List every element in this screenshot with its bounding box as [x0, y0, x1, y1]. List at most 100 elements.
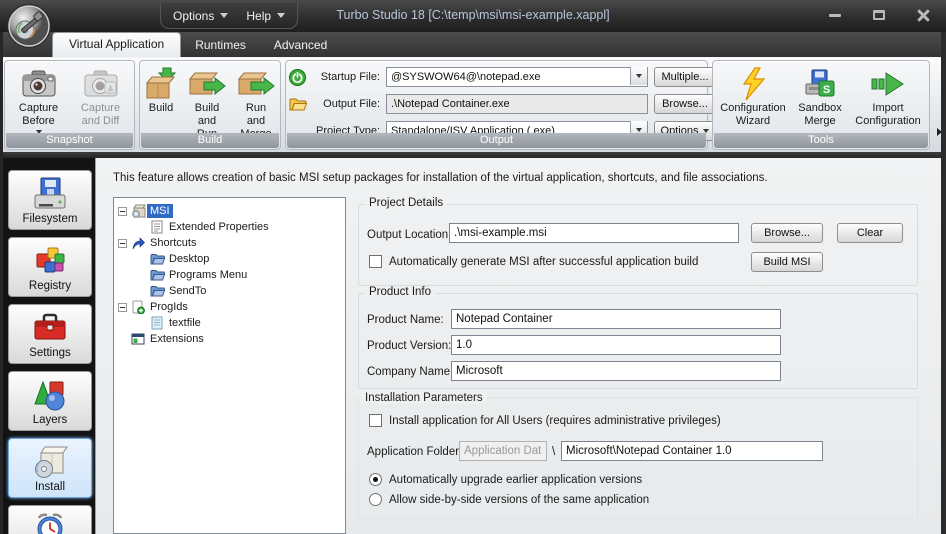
configuration-wizard-label-line2: Wizard [735, 115, 771, 127]
build-label-line1: Build [148, 102, 174, 114]
browse-button[interactable]: Browse... [751, 223, 823, 243]
import-configuration-label-line2: Configuration [855, 115, 921, 127]
tree-item-desktop[interactable]: Desktop [114, 251, 345, 267]
configuration-wizard-button[interactable]: Configuration Wizard [716, 63, 790, 128]
import-configuration-label-line1: Import [872, 102, 904, 114]
minimize-button[interactable] [824, 6, 846, 24]
output-file-field[interactable] [386, 94, 648, 114]
chevron-down-icon [220, 13, 229, 18]
output-location-field[interactable] [449, 223, 739, 243]
tree-item-textfile[interactable]: textfile [114, 315, 345, 331]
sidebar-item-label: Settings [29, 347, 71, 359]
camera-icon [21, 66, 57, 102]
auto-generate-label: Automatically generate MSI after success… [389, 256, 699, 268]
tree-item-label: textfile [169, 317, 201, 329]
product-version-field[interactable] [451, 335, 781, 355]
startup-file-combobox[interactable] [386, 67, 648, 87]
side-by-side-radio[interactable] [369, 493, 382, 506]
build-and-run-label-line1: Build [194, 102, 220, 114]
run-and-merge-button[interactable]: Run and Merge [232, 63, 280, 141]
folder-icon [150, 253, 165, 266]
tree-item-extensions[interactable]: Extensions [114, 331, 345, 347]
ribbon: Capture Before Capture and Diff Snapshot… [0, 57, 946, 152]
window-title: Turbo Studio 18 [C:\temp\msi\msi-example… [336, 8, 610, 22]
product-version-label: Product Version: [367, 340, 452, 352]
sandbox-merge-label-line1: Sandbox [798, 102, 842, 114]
configuration-wizard-label-line1: Configuration [720, 102, 786, 114]
build-button[interactable]: Build [140, 63, 182, 141]
chevron-down-icon [636, 74, 642, 78]
sandbox-merge-icon: S [804, 66, 836, 102]
tree-item-label: Extensions [150, 333, 204, 345]
collapse-icon[interactable] [118, 206, 127, 216]
sidebar: Filesystem Registry Settings Layers Inst… [0, 158, 95, 534]
output-group-label: Output [287, 133, 706, 148]
build-run-box-icon [188, 66, 226, 102]
sidebar-item-filesystem[interactable]: Filesystem [8, 170, 92, 230]
window-border-left [0, 32, 3, 534]
maximize-icon [873, 10, 885, 20]
project-details-title: Project Details [365, 197, 448, 209]
browse-output-button[interactable]: Browse... [654, 94, 716, 114]
product-name-field[interactable] [451, 309, 781, 329]
collapse-icon[interactable] [118, 302, 127, 312]
ribbon-group-output: Startup File: Multiple... Output File: B… [285, 60, 716, 150]
close-icon [917, 9, 930, 22]
application-folder-label: Application Folder: [367, 446, 463, 458]
window-controls [824, 6, 934, 24]
upgrade-radio[interactable] [369, 473, 382, 486]
app-logo-icon [7, 4, 51, 48]
svg-text:S: S [823, 84, 830, 96]
tree-item-shortcuts[interactable]: Shortcuts [114, 235, 345, 251]
sidebar-item-install[interactable]: Install [8, 438, 92, 498]
sidebar-item-registry[interactable]: Registry [8, 237, 92, 297]
build-msi-button[interactable]: Build MSI [751, 252, 823, 272]
help-menu-label: Help [246, 8, 272, 23]
tree-item-label: Shortcuts [150, 237, 197, 249]
clear-button[interactable]: Clear [837, 223, 903, 243]
window-border-right [941, 32, 946, 534]
tree-item-msi[interactable]: MSI [114, 203, 345, 219]
company-name-field[interactable] [451, 361, 781, 381]
tree-item-extended-properties[interactable]: Extended Properties [114, 219, 345, 235]
sidebar-item-label: Install [34, 481, 66, 493]
app-window: Turbo Studio 18 [C:\temp\msi\msi-example… [0, 0, 946, 534]
help-menu[interactable]: Help [246, 8, 286, 23]
startup-file-dropdown-button[interactable] [630, 67, 647, 85]
path-separator: \ [552, 446, 556, 458]
sidebar-item-clock[interactable] [8, 505, 92, 534]
capture-before-button[interactable]: Capture Before [9, 63, 69, 134]
collapse-icon[interactable] [118, 238, 127, 248]
build-box-icon [143, 66, 179, 102]
auto-generate-checkbox[interactable] [369, 255, 382, 268]
tab-runtimes[interactable]: Runtimes [181, 34, 260, 57]
sidebar-item-layers[interactable]: Layers [8, 371, 92, 431]
import-configuration-button[interactable]: Import Configuration [850, 63, 926, 128]
sidebar-item-settings[interactable]: Settings [8, 304, 92, 364]
folder-icon [289, 98, 307, 110]
installation-parameters-title: Installation Parameters [361, 392, 487, 404]
sandbox-merge-button[interactable]: S Sandbox Merge [792, 63, 848, 128]
build-and-run-button[interactable]: Build and Run [184, 63, 230, 141]
capture-and-diff-label-line2: and Diff [81, 115, 120, 127]
close-button[interactable] [912, 6, 934, 24]
power-icon [289, 68, 306, 86]
tree-item-sendto[interactable]: SendTo [114, 283, 345, 299]
tab-virtual-application[interactable]: Virtual Application [52, 32, 182, 57]
app-logo-button[interactable] [6, 3, 52, 49]
sidebar-item-label: Filesystem [22, 213, 78, 225]
application-folder-field[interactable] [561, 441, 823, 461]
options-menu[interactable]: Options [173, 9, 229, 23]
layers-icon [9, 376, 91, 414]
all-users-checkbox[interactable] [369, 414, 382, 427]
product-info-title: Product Info [365, 286, 436, 298]
build-group-label: Build [141, 133, 279, 148]
all-users-label: Install application for All Users (requi… [389, 415, 721, 427]
multiple-button[interactable]: Multiple... [654, 67, 716, 87]
tree-item-progids[interactable]: ProgIds [114, 299, 345, 315]
tab-advanced[interactable]: Advanced [260, 34, 341, 57]
minimize-icon [829, 13, 841, 17]
tree-item-programs-menu[interactable]: Programs Menu [114, 267, 345, 283]
folder-icon [150, 269, 165, 282]
maximize-button[interactable] [868, 6, 890, 24]
